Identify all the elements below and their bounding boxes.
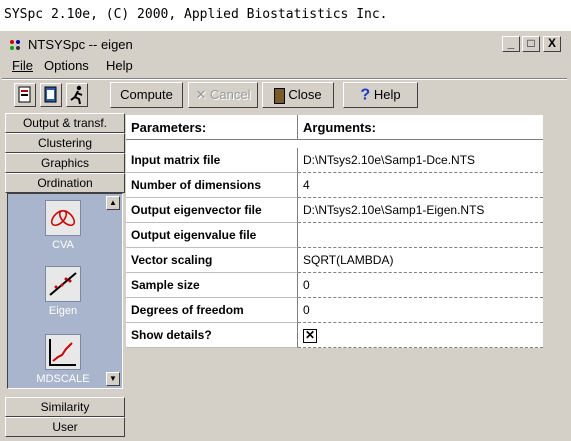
param-label: Degrees of freedom xyxy=(126,298,298,323)
help-button[interactable]: ? Help xyxy=(343,82,418,108)
category-ordination[interactable]: Ordination xyxy=(5,173,125,193)
mdscale-icon xyxy=(45,334,81,370)
param-label: Sample size xyxy=(126,273,298,298)
table-row: Vector scaling SQRT(LAMBDA) xyxy=(126,248,543,273)
table-row: Input matrix file D:\NTsys2.10e\Samp1-Dc… xyxy=(126,148,543,173)
console-header-line: SYSpc 2.10e, (C) 2000, Applied Biostatis… xyxy=(0,0,571,30)
menu-options[interactable]: Options xyxy=(44,58,89,73)
param-label: Number of dimensions xyxy=(126,173,298,198)
window-title: NTSYSpc -- eigen xyxy=(28,37,133,52)
show-details-cell: ✕ xyxy=(298,323,543,348)
door-icon xyxy=(274,87,286,104)
table-row: Degrees of freedom 0 xyxy=(126,298,543,323)
arguments-header: Arguments: xyxy=(298,115,543,140)
table-row: Output eigenvector file D:\NTsys2.10e\Sa… xyxy=(126,198,543,223)
parameters-header: Parameters: xyxy=(126,115,298,140)
scroll-down-button[interactable]: ▼ xyxy=(106,372,120,386)
notes-icon[interactable] xyxy=(40,83,62,107)
param-label: Output eigenvector file xyxy=(126,198,298,223)
minimize-button[interactable]: _ xyxy=(502,36,520,52)
menu-help[interactable]: Help xyxy=(106,58,133,73)
menu-bar: File Options Help xyxy=(2,56,567,76)
compute-button[interactable]: Compute xyxy=(110,82,183,108)
cancel-icon: ✕ xyxy=(195,87,211,102)
eigenvalue-file-field[interactable] xyxy=(298,223,543,248)
sample-size-field[interactable]: 0 xyxy=(298,273,543,298)
scroll-up-button[interactable]: ▲ xyxy=(106,196,120,210)
maximize-button[interactable]: □ xyxy=(522,36,540,52)
category-clustering[interactable]: Clustering xyxy=(5,133,125,153)
param-label: Show details? xyxy=(126,323,298,348)
program-icon-list: ▲ CVA Eigen MDSCALE ▼ xyxy=(7,193,123,389)
parameters-grid: Parameters: Arguments: Input matrix file… xyxy=(126,115,543,348)
close-window-button[interactable]: X xyxy=(543,36,561,52)
toolbar: Compute ✕ Cancel Close ? Help xyxy=(2,79,567,113)
open-file-icon[interactable] xyxy=(14,83,36,107)
close-button[interactable]: Close xyxy=(262,82,334,108)
run-icon[interactable] xyxy=(66,83,88,107)
program-eigen[interactable]: Eigen xyxy=(18,266,108,317)
param-label: Input matrix file xyxy=(126,148,298,173)
param-label: Output eigenvalue file xyxy=(126,223,298,248)
cancel-button[interactable]: ✕ Cancel xyxy=(188,82,258,108)
category-panel: Output & transf. Clustering Graphics Ord… xyxy=(5,113,125,437)
vector-scaling-field[interactable]: SQRT(LAMBDA) xyxy=(298,248,543,273)
grid-header: Parameters: Arguments: xyxy=(126,115,543,140)
app-icon xyxy=(8,38,22,52)
table-row: Output eigenvalue file xyxy=(126,223,543,248)
input-matrix-file-field[interactable]: D:\NTsys2.10e\Samp1-Dce.NTS xyxy=(298,148,543,173)
degrees-of-freedom-field[interactable]: 0 xyxy=(298,298,543,323)
table-row: Number of dimensions 4 xyxy=(126,173,543,198)
eigen-icon xyxy=(45,266,81,302)
category-output-transf[interactable]: Output & transf. xyxy=(5,113,125,133)
cva-icon xyxy=(45,200,81,236)
category-graphics[interactable]: Graphics xyxy=(5,153,125,173)
title-bar[interactable]: NTSYSpc -- eigen _ □ X xyxy=(2,34,567,56)
show-details-checkbox[interactable]: ✕ xyxy=(303,328,317,343)
table-row: Sample size 0 xyxy=(126,273,543,298)
category-similarity[interactable]: Similarity xyxy=(5,397,125,417)
category-user[interactable]: User xyxy=(5,417,125,437)
menu-file[interactable]: File xyxy=(12,58,33,73)
table-row: Show details? ✕ xyxy=(126,323,543,348)
program-cva[interactable]: CVA xyxy=(18,200,108,251)
dimensions-field[interactable]: 4 xyxy=(298,173,543,198)
ntsys-window: NTSYSpc -- eigen _ □ X File Options Help… xyxy=(0,30,571,441)
param-label: Vector scaling xyxy=(126,248,298,273)
question-icon: ? xyxy=(360,86,371,104)
program-mdscale[interactable]: MDSCALE xyxy=(18,334,108,385)
eigenvector-file-field[interactable]: D:\NTsys2.10e\Samp1-Eigen.NTS xyxy=(298,198,543,223)
